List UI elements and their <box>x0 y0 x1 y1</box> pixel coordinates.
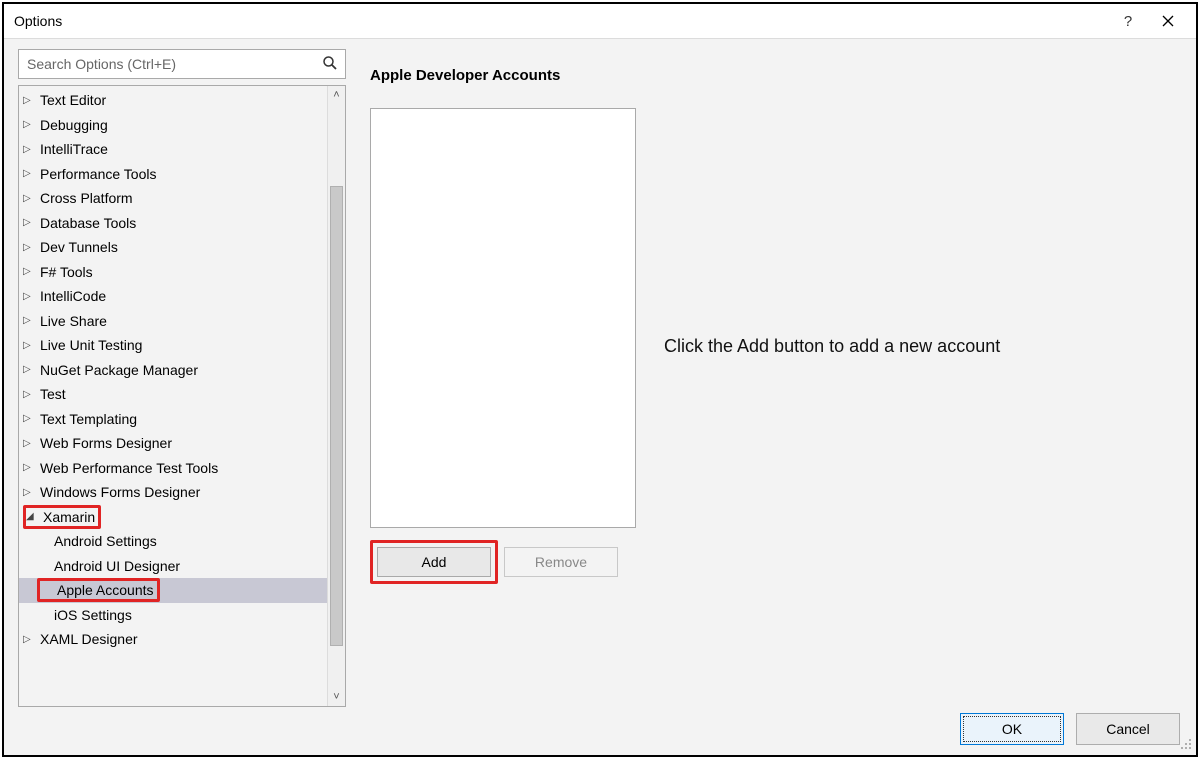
search-input[interactable] <box>18 49 346 79</box>
chevron-right-icon: ▷ <box>23 217 35 228</box>
tree-item-dev-tunnels[interactable]: ▷Dev Tunnels <box>19 235 327 260</box>
tree-item-label: Android UI Designer <box>51 557 183 575</box>
tree-item-debugging[interactable]: ▷Debugging <box>19 113 327 138</box>
tree-item-xamarin[interactable]: ◢Xamarin <box>19 505 327 530</box>
tree-item-cross-platform[interactable]: ▷Cross Platform <box>19 186 327 211</box>
empty-hint: Click the Add button to add a new accoun… <box>664 108 1182 584</box>
add-button[interactable]: Add <box>377 547 491 577</box>
tree-item-android-settings[interactable]: Android Settings <box>19 529 327 554</box>
tree-item-label: Text Templating <box>37 410 140 428</box>
client-area: ▷Text Editor▷Debugging▷IntelliTrace▷Perf… <box>4 38 1196 755</box>
tree-item-android-ui-designer[interactable]: Android UI Designer <box>19 554 327 579</box>
tree-item-live-share[interactable]: ▷Live Share <box>19 309 327 334</box>
chevron-right-icon: ▷ <box>23 634 35 645</box>
tree-item-label: Performance Tools <box>37 165 159 183</box>
chevron-right-icon: ▷ <box>23 95 35 106</box>
close-icon <box>1162 15 1174 27</box>
tree-item-label: Dev Tunnels <box>37 238 121 256</box>
tree-item-apple-accounts[interactable]: Apple Accounts <box>19 578 327 603</box>
chevron-right-icon: ▷ <box>23 266 35 277</box>
cancel-button[interactable]: Cancel <box>1076 713 1180 745</box>
tree-item-intellitrace[interactable]: ▷IntelliTrace <box>19 137 327 162</box>
chevron-right-icon: ▷ <box>23 364 35 375</box>
tree-item-label: Cross Platform <box>37 189 136 207</box>
tree-item-live-unit-testing[interactable]: ▷Live Unit Testing <box>19 333 327 358</box>
panel-title: Apple Developer Accounts <box>370 67 1182 84</box>
tree-item-label: Xamarin <box>40 508 98 526</box>
tree-item-label: F# Tools <box>37 263 96 281</box>
tree-item-web-performance-test-tools[interactable]: ▷Web Performance Test Tools <box>19 456 327 481</box>
tree-item-text-templating[interactable]: ▷Text Templating <box>19 407 327 432</box>
chevron-right-icon: ▷ <box>23 340 35 351</box>
chevron-right-icon: ▷ <box>23 438 35 449</box>
search-icon <box>322 55 338 74</box>
chevron-right-icon: ▷ <box>23 291 35 302</box>
tree-item-label: Android Settings <box>51 532 160 550</box>
remove-button: Remove <box>504 547 618 577</box>
tree-item-label: Web Forms Designer <box>37 434 175 452</box>
tree-item-database-tools[interactable]: ▷Database Tools <box>19 211 327 236</box>
tree-item-label: Live Share <box>37 312 110 330</box>
chevron-down-icon: ◢ <box>26 511 38 522</box>
chevron-right-icon: ▷ <box>23 413 35 424</box>
left-column: ▷Text Editor▷Debugging▷IntelliTrace▷Perf… <box>18 49 346 707</box>
dialog-footer: OK Cancel <box>18 707 1182 745</box>
tree-item-label: Database Tools <box>37 214 139 232</box>
tree-item-label: Text Editor <box>37 91 109 109</box>
chevron-right-icon: ▷ <box>23 487 35 498</box>
scrollbar[interactable]: ˄ ˅ <box>327 86 345 706</box>
chevron-right-icon: ▷ <box>23 144 35 155</box>
tree-item-label: Debugging <box>37 116 111 134</box>
options-dialog: Options ? ▷Text Editor▷Debugging▷Intelli… <box>2 2 1198 757</box>
tree-item-label: Apple Accounts <box>54 581 157 599</box>
tree-item-label: iOS Settings <box>51 606 135 624</box>
tree-item-label: IntelliTrace <box>37 140 111 158</box>
tree-container: ▷Text Editor▷Debugging▷IntelliTrace▷Perf… <box>18 85 346 707</box>
close-button[interactable] <box>1148 6 1188 36</box>
accounts-listbox[interactable] <box>370 108 636 528</box>
tree-item-nuget-package-manager[interactable]: ▷NuGet Package Manager <box>19 358 327 383</box>
tree-item-xaml-designer[interactable]: ▷XAML Designer <box>19 627 327 652</box>
add-highlight: Add <box>370 540 498 584</box>
scroll-up-icon[interactable]: ˄ <box>328 86 345 104</box>
chevron-right-icon: ▷ <box>23 315 35 326</box>
annotation-highlight: ◢Xamarin <box>23 505 101 529</box>
tree-item-f-tools[interactable]: ▷F# Tools <box>19 260 327 285</box>
titlebar: Options ? <box>4 4 1196 38</box>
tree-item-text-editor[interactable]: ▷Text Editor <box>19 88 327 113</box>
chevron-right-icon: ▷ <box>23 168 35 179</box>
chevron-right-icon: ▷ <box>23 193 35 204</box>
annotation-highlight: Apple Accounts <box>37 578 160 602</box>
right-panel: Apple Developer Accounts Add Remove Clic… <box>370 49 1182 707</box>
tree-item-test[interactable]: ▷Test <box>19 382 327 407</box>
scroll-down-icon[interactable]: ˅ <box>328 688 345 706</box>
tree-item-label: Live Unit Testing <box>37 336 145 354</box>
chevron-right-icon: ▷ <box>23 462 35 473</box>
tree-item-intellicode[interactable]: ▷IntelliCode <box>19 284 327 309</box>
scroll-thumb[interactable] <box>330 186 343 646</box>
tree-item-windows-forms-designer[interactable]: ▷Windows Forms Designer <box>19 480 327 505</box>
tree-item-label: Test <box>37 385 69 403</box>
chevron-right-icon: ▷ <box>23 242 35 253</box>
chevron-right-icon: ▷ <box>23 119 35 130</box>
help-button[interactable]: ? <box>1108 6 1148 36</box>
tree-item-label: NuGet Package Manager <box>37 361 201 379</box>
options-tree[interactable]: ▷Text Editor▷Debugging▷IntelliTrace▷Perf… <box>19 86 327 706</box>
tree-item-web-forms-designer[interactable]: ▷Web Forms Designer <box>19 431 327 456</box>
tree-item-ios-settings[interactable]: iOS Settings <box>19 603 327 628</box>
chevron-right-icon: ▷ <box>23 389 35 400</box>
tree-item-label: IntelliCode <box>37 287 109 305</box>
tree-item-label: Windows Forms Designer <box>37 483 203 501</box>
window-title: Options <box>14 13 1108 29</box>
tree-item-label: Web Performance Test Tools <box>37 459 221 477</box>
ok-button[interactable]: OK <box>960 713 1064 745</box>
tree-item-performance-tools[interactable]: ▷Performance Tools <box>19 162 327 187</box>
tree-item-label: XAML Designer <box>37 630 141 648</box>
